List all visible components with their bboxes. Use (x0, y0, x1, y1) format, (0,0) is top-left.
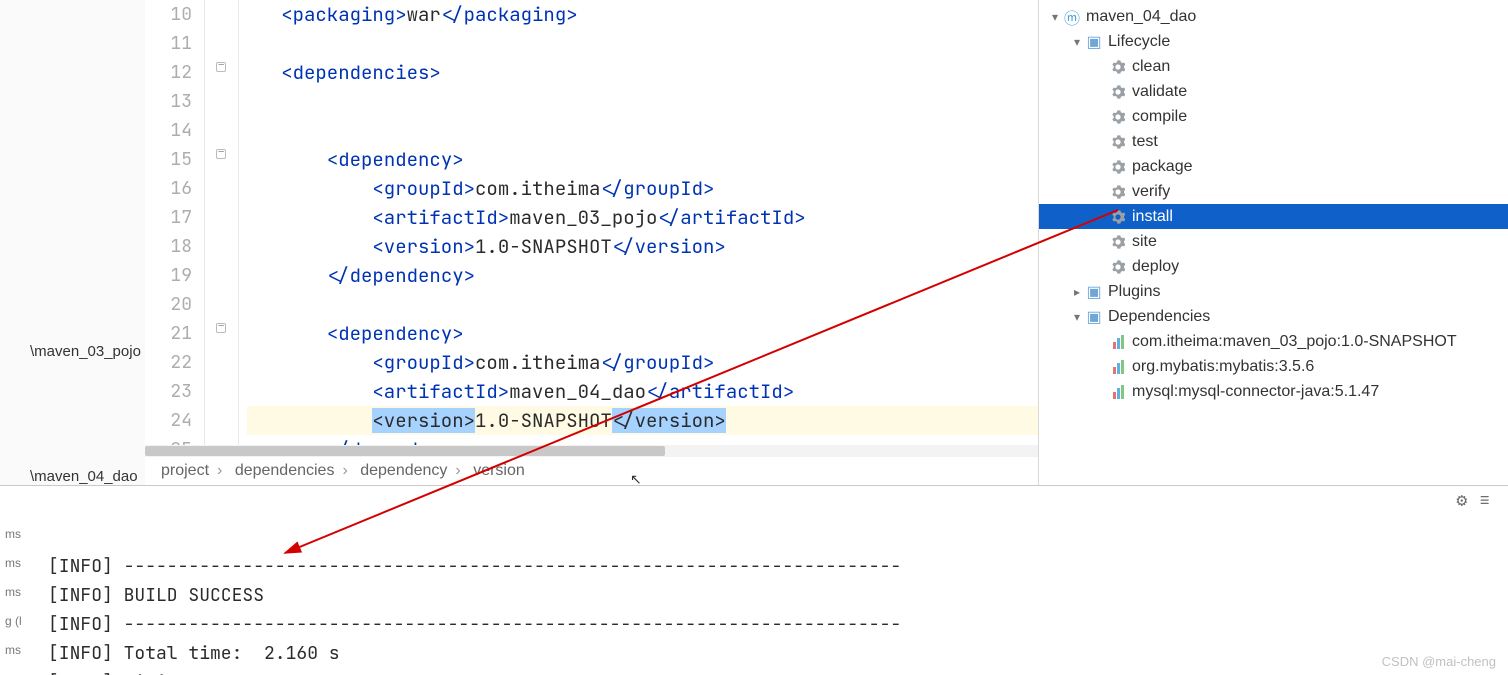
lifecycle-node[interactable]: ▾▣Lifecycle (1039, 29, 1508, 54)
horizontal-scrollbar[interactable] (145, 445, 1038, 457)
plugins-node[interactable]: ▸▣Plugins (1039, 279, 1508, 304)
fold-icon[interactable] (216, 149, 226, 159)
lifecycle-item-test[interactable]: test (1039, 129, 1508, 154)
project-sidebar[interactable]: \maven_03_pojo \maven_04_dao (30, 0, 145, 485)
watermark: CSDN @mai-cheng (1382, 654, 1496, 669)
lifecycle-item-install[interactable]: install (1039, 204, 1508, 229)
tree-label: maven_04_dao (1086, 8, 1196, 26)
fold-gutter[interactable] (205, 0, 239, 445)
folder-icon: ▣ (1085, 308, 1103, 326)
lifecycle-item-compile[interactable]: compile (1039, 104, 1508, 129)
fold-icon[interactable] (216, 323, 226, 333)
gear-icon (1109, 183, 1127, 201)
gear-icon (1109, 208, 1127, 226)
dependency-item[interactable]: org.mybatis:mybatis:3.5.6 (1039, 354, 1508, 379)
build-console[interactable]: ⚙ ≡ [INFO] -----------------------------… (0, 485, 1508, 675)
dependencies-node[interactable]: ▾▣Dependencies (1039, 304, 1508, 329)
bars-icon (1109, 383, 1127, 401)
maven-icon: ⓜ (1063, 8, 1081, 26)
folder-icon: ▣ (1085, 283, 1103, 301)
breadcrumb[interactable]: project› dependencies› dependency› versi… (145, 457, 1038, 485)
maven-panel[interactable]: ▾ⓜmaven_04_dao▾▣Lifecyclecleanvalidateco… (1038, 0, 1508, 485)
gear-icon (1109, 233, 1127, 251)
line-gutter: 10111213 14151617 18192021 22232425 (145, 0, 205, 445)
gear-icon (1109, 58, 1127, 76)
bars-icon (1109, 358, 1127, 376)
fold-icon[interactable] (216, 62, 226, 72)
lifecycle-item-validate[interactable]: validate (1039, 79, 1508, 104)
lifecycle-item-site[interactable]: site (1039, 229, 1508, 254)
lifecycle-item-package[interactable]: package (1039, 154, 1508, 179)
gear-icon (1109, 158, 1127, 176)
lifecycle-item-deploy[interactable]: deploy (1039, 254, 1508, 279)
folder-icon: ▣ (1085, 33, 1103, 51)
menu-icon[interactable]: ≡ (1479, 486, 1490, 515)
gear-icon[interactable]: ⚙ (1456, 486, 1467, 515)
code-editor[interactable]: 10111213 14151617 18192021 22232425 <pac… (145, 0, 1038, 445)
code-content[interactable]: <packaging>war</packaging> <dependencies… (239, 0, 1038, 445)
bars-icon (1109, 333, 1127, 351)
gear-icon (1109, 133, 1127, 151)
dependency-item[interactable]: com.itheima:maven_03_pojo:1.0-SNAPSHOT (1039, 329, 1508, 354)
lifecycle-item-verify[interactable]: verify (1039, 179, 1508, 204)
dependency-item[interactable]: mysql:mysql-connector-java:5.1.47 (1039, 379, 1508, 404)
gear-icon (1109, 258, 1127, 276)
tree-root[interactable]: ▾ⓜmaven_04_dao (1039, 4, 1508, 29)
sidebar-item[interactable]: \maven_03_pojo (30, 340, 145, 363)
lifecycle-item-clean[interactable]: clean (1039, 54, 1508, 79)
gear-icon (1109, 83, 1127, 101)
cursor-icon: ↖ (630, 471, 642, 488)
gear-icon (1109, 108, 1127, 126)
